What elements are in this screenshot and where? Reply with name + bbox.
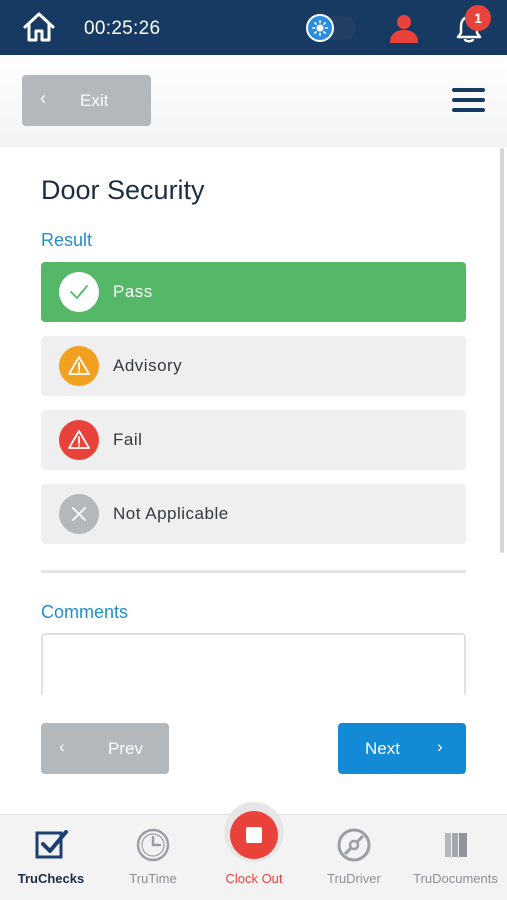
elapsed-timer: 00:25:26 [84, 18, 161, 39]
tab-trudocuments[interactable]: TruDocuments [404, 815, 507, 900]
day-night-toggle[interactable] [306, 14, 356, 42]
divider [41, 570, 466, 573]
result-option-advisory[interactable]: Advisory [41, 336, 466, 396]
checklist-screen: 00:25:26 1 ‹ Exit Door Security Result P… [0, 0, 507, 900]
option-label: Fail [113, 430, 143, 449]
hamburger-menu-icon[interactable] [452, 88, 486, 114]
tab-truchecks[interactable]: TruChecks [0, 815, 102, 900]
warning-icon [59, 346, 99, 386]
stop-icon [246, 827, 262, 843]
option-label: Pass [113, 282, 153, 301]
tab-label: TruChecks [17, 871, 85, 886]
comments-label: Comments [41, 602, 129, 622]
documents-icon [444, 833, 467, 857]
clock-icon [136, 828, 170, 862]
scrollbar[interactable] [500, 148, 504, 553]
clock-out-button[interactable] [230, 811, 278, 859]
notification-badge: 1 [465, 5, 491, 31]
page-title: Door Security [41, 175, 205, 205]
prev-label: Prev [108, 739, 143, 758]
next-label: Next [365, 739, 400, 758]
chevron-right-icon: › [437, 737, 443, 756]
exit-label: Exit [80, 91, 109, 110]
tab-label: TruTime [129, 871, 177, 886]
chevron-left-icon: ‹ [59, 737, 65, 756]
exit-button[interactable]: ‹ Exit [22, 75, 151, 126]
x-icon [59, 494, 99, 534]
comments-input[interactable] [41, 633, 466, 695]
home-icon[interactable] [22, 11, 56, 43]
result-option-pass[interactable]: Pass [41, 262, 466, 322]
user-icon[interactable] [388, 12, 420, 44]
chevron-left-icon: ‹ [40, 88, 46, 108]
tab-trudriver[interactable]: TruDriver [304, 815, 404, 900]
next-button[interactable]: Next › [338, 723, 466, 774]
checkbox-icon [35, 830, 68, 859]
header: ‹ Exit [0, 55, 507, 147]
result-label: Result [41, 230, 93, 250]
warning-icon [59, 420, 99, 460]
result-option-fail[interactable]: Fail [41, 410, 466, 470]
prev-button[interactable]: ‹ Prev [41, 723, 169, 774]
tab-trutime[interactable]: TruTime [102, 815, 204, 900]
tab-label: TruDocuments [413, 871, 498, 886]
option-label: Advisory [113, 356, 183, 375]
tab-label: Clock Out [225, 871, 283, 886]
tab-label: TruDriver [327, 871, 381, 886]
status-bar: 00:25:26 1 [0, 0, 507, 55]
sun-toggle-icon [306, 14, 334, 42]
result-option-not-applicable[interactable]: Not Applicable [41, 484, 466, 544]
check-icon [59, 272, 99, 312]
steering-wheel-icon [337, 828, 371, 862]
option-label: Not Applicable [113, 504, 229, 523]
